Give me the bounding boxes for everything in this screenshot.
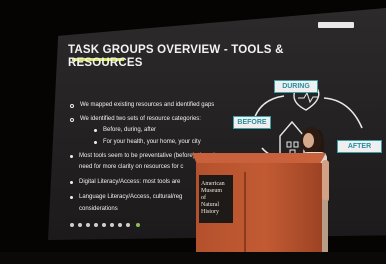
hollow-bullet-icon bbox=[70, 104, 74, 108]
logo-line: Natural bbox=[201, 202, 219, 208]
slide-title-line-2: RESOURCES bbox=[68, 57, 143, 69]
sub-bullet-text: For your health, your home, your city bbox=[103, 139, 201, 145]
after-label-box: AFTER bbox=[337, 140, 382, 153]
toolbar-icon bbox=[136, 223, 140, 227]
logo-line: American bbox=[201, 181, 225, 187]
during-label-box: DURING bbox=[274, 80, 318, 93]
filled-bullet-icon bbox=[70, 155, 73, 158]
bullet-text: We mapped existing resources and identif… bbox=[80, 102, 215, 108]
before-label-box: BEFORE bbox=[233, 116, 271, 129]
hollow-bullet-icon bbox=[70, 118, 74, 122]
toolbar-icon bbox=[102, 223, 106, 227]
toolbar-icon bbox=[118, 223, 122, 227]
toolbar-icon bbox=[110, 223, 114, 227]
stage-floor bbox=[0, 252, 386, 264]
filled-bullet-icon bbox=[70, 196, 73, 199]
filled-bullet-icon bbox=[94, 129, 97, 132]
logo-line: Museum bbox=[201, 188, 222, 194]
slide-title-line-1: TASK GROUPS OVERVIEW - TOOLS & bbox=[68, 44, 284, 56]
video-call-name-tag bbox=[318, 22, 354, 28]
logo-line: of bbox=[201, 195, 206, 201]
toolbar-icon bbox=[78, 223, 82, 227]
bullet-text: Digital Literacy/Access: most tools are bbox=[79, 179, 181, 185]
filled-bullet-icon bbox=[94, 141, 97, 144]
lectern-panel-edge bbox=[244, 172, 246, 256]
speaker-face bbox=[303, 133, 314, 148]
logo-line: History bbox=[201, 209, 219, 215]
toolbar-icon bbox=[126, 223, 130, 227]
cycle-arrow-right bbox=[323, 97, 363, 129]
toolbar-icon bbox=[70, 223, 74, 227]
museum-logo: American Museum of Natural History bbox=[201, 181, 225, 216]
toolbar-icon bbox=[86, 223, 90, 227]
bullet-text-continued: considerations bbox=[79, 206, 118, 212]
speaker-arm bbox=[322, 160, 329, 202]
bullet-text-continued: need for more clarity on resources for c bbox=[79, 164, 184, 170]
filled-bullet-icon bbox=[70, 181, 73, 184]
photo-scene: TASK GROUPS OVERVIEW - TOOLS & RESOURCES… bbox=[0, 0, 386, 264]
slide-title: TASK GROUPS OVERVIEW - TOOLS & RESOURCES bbox=[68, 44, 284, 70]
bullet-text: We identified two sets of resource categ… bbox=[80, 116, 201, 122]
sub-bullet-text: Before, during, after bbox=[103, 127, 157, 133]
toolbar-icon bbox=[94, 223, 98, 227]
bullet-text: Language Literacy/Access, cultural/reg bbox=[79, 194, 183, 200]
